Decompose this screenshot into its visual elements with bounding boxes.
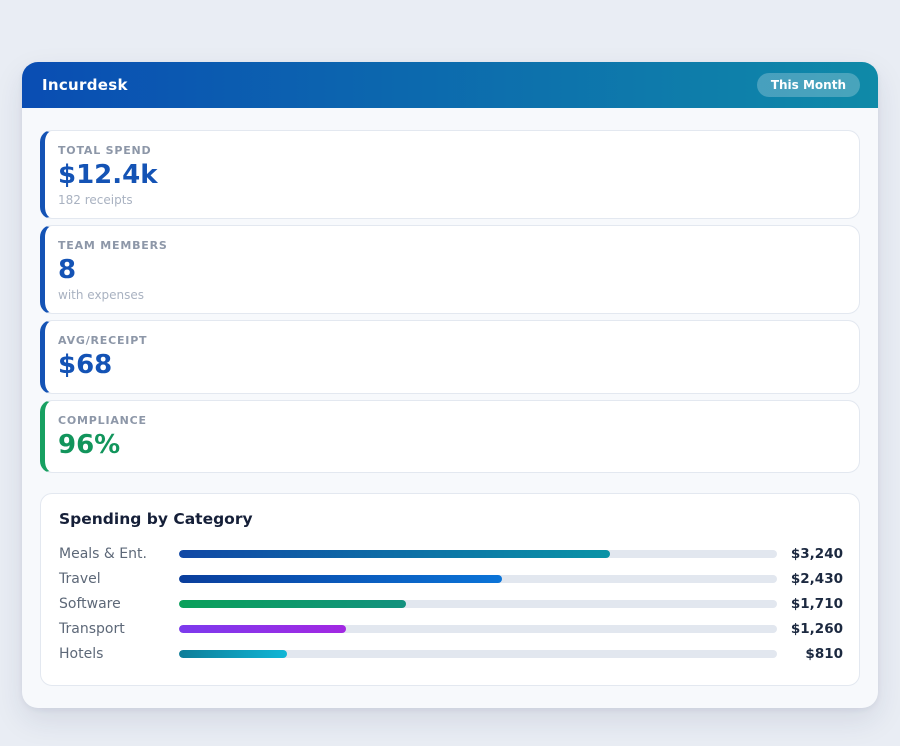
app-header: Incurdesk This Month (22, 62, 878, 108)
stat-subtext: 182 receipts (58, 193, 841, 207)
chart-category-label: Meals & Ent. (59, 546, 179, 562)
stat-value: $68 (58, 350, 841, 381)
chart-bar-fill (179, 600, 406, 608)
chart-bar-track (179, 625, 777, 633)
chart-row: Transport $1,260 (59, 617, 843, 642)
chart-bar-fill (179, 575, 502, 583)
chart-row: Software $1,710 (59, 592, 843, 617)
chart-category-label: Hotels (59, 646, 179, 662)
chart-bar-track (179, 650, 777, 658)
chart-title: Spending by Category (59, 510, 843, 528)
chart-row: Meals & Ent. $3,240 (59, 542, 843, 567)
app-title: Incurdesk (42, 76, 128, 94)
stat-card-avg-receipt: AVG/RECEIPT $68 (40, 320, 860, 393)
chart-category-label: Transport (59, 621, 179, 637)
chart-category-label: Software (59, 596, 179, 612)
stat-value: 96% (58, 430, 841, 461)
app-window: Incurdesk This Month TOTAL SPEND $12.4k … (22, 62, 878, 708)
chart-bar-fill (179, 625, 346, 633)
chart-value-label: $2,430 (777, 571, 843, 587)
stat-label: COMPLIANCE (58, 414, 841, 427)
spending-by-category-card: Spending by Category Meals & Ent. $3,240 T… (40, 493, 860, 686)
chart-bar-fill (179, 650, 287, 658)
chart-value-label: $1,260 (777, 621, 843, 637)
stat-value: 8 (58, 255, 841, 286)
stat-label: TOTAL SPEND (58, 144, 841, 157)
chart-rows: Meals & Ent. $3,240 Travel $2,430 Software $1… (59, 542, 843, 667)
stat-value: $12.4k (58, 160, 841, 191)
period-badge[interactable]: This Month (757, 73, 860, 97)
stat-label: TEAM MEMBERS (58, 239, 841, 252)
chart-bar-fill (179, 550, 610, 558)
page-background: Incurdesk This Month TOTAL SPEND $12.4k … (0, 0, 900, 746)
stat-label: AVG/RECEIPT (58, 334, 841, 347)
chart-value-label: $3,240 (777, 546, 843, 562)
stat-card-compliance: COMPLIANCE 96% (40, 400, 860, 473)
chart-bar-track (179, 575, 777, 583)
chart-row: Travel $2,430 (59, 567, 843, 592)
stat-card-team-members: TEAM MEMBERS 8 with expenses (40, 225, 860, 314)
chart-category-label: Travel (59, 571, 179, 587)
chart-value-label: $1,710 (777, 596, 843, 612)
chart-value-label: $810 (777, 646, 843, 662)
chart-bar-track (179, 600, 777, 608)
chart-bar-track (179, 550, 777, 558)
chart-row: Hotels $810 (59, 642, 843, 667)
stat-subtext: with expenses (58, 288, 841, 302)
dashboard-content: TOTAL SPEND $12.4k 182 receipts TEAM MEM… (22, 108, 878, 708)
stat-card-total-spend: TOTAL SPEND $12.4k 182 receipts (40, 130, 860, 219)
